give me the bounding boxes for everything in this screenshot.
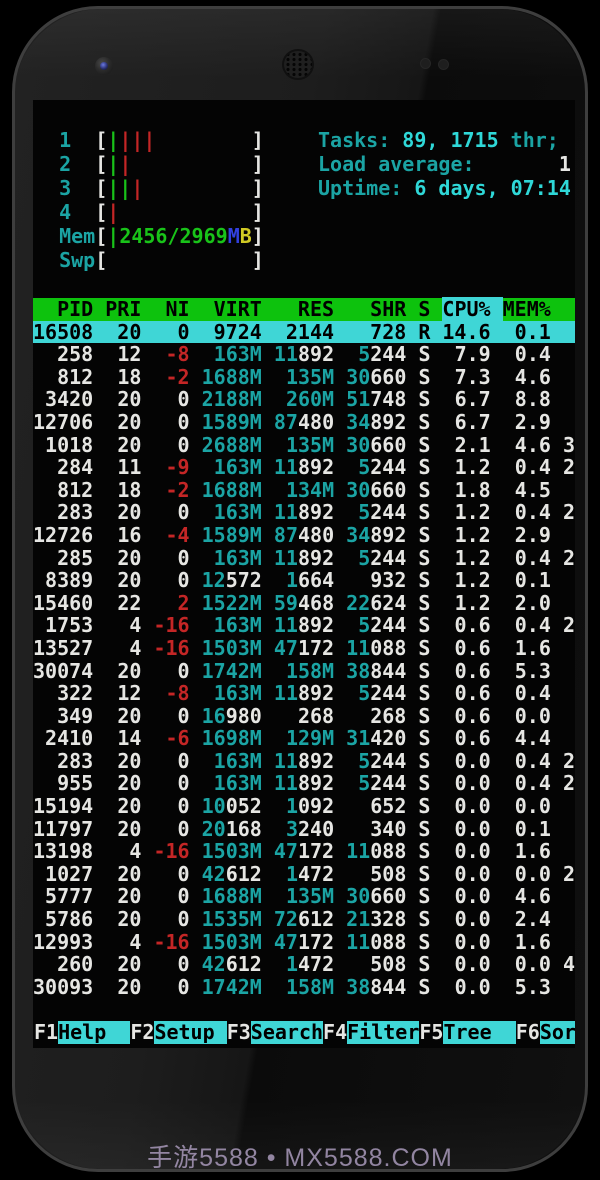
process-row[interactable]: 285 20 0 163M 11892 5244 S 1.2 0.4 2 <box>33 546 575 570</box>
process-row[interactable]: 812 18 -2 1688M 134M 30660 S 1.8 4.5 <box>33 478 575 502</box>
fkey-f6-sor[interactable]: F6Sor <box>516 1021 575 1044</box>
process-row[interactable]: 955 20 0 163M 11892 5244 S 0.0 0.4 2 <box>33 772 575 795</box>
loadavg-line: Load average: 1 <box>318 152 571 176</box>
uptime-line: Uptime: 6 days, 07:14 <box>318 176 571 200</box>
process-row[interactable]: 13527 4 -16 1503M 47172 11088 S 0.6 1.6 <box>33 637 575 660</box>
process-row[interactable]: 258 12 -8 163M 11892 5244 S 7.9 0.4 <box>33 343 575 366</box>
process-row[interactable]: 12706 20 0 1589M 87480 34892 S 6.7 2.9 <box>33 411 575 434</box>
process-row[interactable]: 283 20 0 163M 11892 5244 S 0.0 0.4 2 <box>33 750 575 773</box>
process-row[interactable]: 11797 20 0 20168 3240 340 S 0.0 0.1 <box>33 817 575 841</box>
meter-4: 4 [| ] <box>35 200 264 224</box>
process-row[interactable]: 13198 4 -16 1503M 47172 11088 S 0.0 1.6 <box>33 840 575 863</box>
process-row[interactable]: 260 20 0 42612 1472 508 S 0.0 0.0 4 <box>33 953 575 976</box>
meter-1: 1 [|||| ] <box>35 128 264 152</box>
camera-lens-icon <box>100 62 108 70</box>
process-row[interactable]: 8389 20 0 12572 1664 932 S 1.2 0.1 <box>33 569 575 592</box>
front-camera-icon <box>95 57 113 75</box>
process-row[interactable]: 812 18 -2 1688M 135M 30660 S 7.3 4.6 <box>33 365 575 389</box>
meter-3: 3 [||| ] <box>35 176 264 200</box>
process-row[interactable]: 283 20 0 163M 11892 5244 S 1.2 0.4 2 <box>33 501 575 524</box>
process-row[interactable]: 349 20 0 16980 268 268 S 0.6 0.0 <box>33 704 575 728</box>
meter-2: 2 [|| ] <box>35 152 264 176</box>
process-row[interactable]: 30093 20 0 1742M 158M 38844 S 0.0 5.3 <box>33 976 575 999</box>
cpu-memory-meters: 1 [|||| ] 2 [|| ] 3 [||| ] 4 [| ] Mem[|2… <box>35 128 264 272</box>
fkey-f5-tree[interactable]: F5Tree <box>419 1021 516 1044</box>
process-row[interactable]: 284 11 -9 163M 11892 5244 S 1.2 0.4 2 <box>33 456 575 479</box>
table-header-row[interactable]: PID PRI NI VIRT RES SHR S CPU% MEM% <box>33 297 575 321</box>
process-row[interactable]: 5786 20 0 1535M 72612 21328 S 0.0 2.4 <box>33 908 575 931</box>
process-row[interactable]: 2410 14 -6 1698M 129M 31420 S 0.6 4.4 <box>33 727 575 750</box>
process-row[interactable]: 15460 22 2 1522M 59468 22624 S 1.2 2.0 <box>33 591 575 615</box>
meter-mem: Mem[|2456/2969MB] <box>35 224 264 248</box>
process-row[interactable]: 3420 20 0 2188M 260M 51748 S 6.7 8.8 <box>33 388 575 411</box>
meter-swp: Swp[ ] <box>35 248 264 272</box>
proximity-sensor-icon <box>420 58 431 69</box>
process-row[interactable]: 30074 20 0 1742M 158M 38844 S 0.6 5.3 <box>33 659 575 683</box>
process-row[interactable]: 12726 16 -4 1589M 87480 34892 S 1.2 2.9 <box>33 524 575 547</box>
process-row[interactable]: 1018 20 0 2688M 135M 30660 S 2.1 4.6 3 <box>33 433 575 457</box>
sort-column-header: CPU% <box>442 297 503 321</box>
terminal-screen: 1 [|||| ] 2 [|| ] 3 [||| ] 4 [| ] Mem[|2… <box>33 100 575 1048</box>
process-row[interactable]: 12993 4 -16 1503M 47172 11088 S 0.0 1.6 <box>33 930 575 954</box>
process-row[interactable]: 1753 4 -16 163M 11892 5244 S 0.6 0.4 2 <box>33 614 575 637</box>
process-row-selected[interactable]: 16508 20 0 9724 2144 728 R 14.6 0.1 <box>33 320 575 344</box>
fkey-f1-help[interactable]: F1Help <box>34 1021 131 1044</box>
process-table: PID PRI NI VIRT RES SHR S CPU% MEM% 1650… <box>33 297 575 999</box>
fkey-f2-setup[interactable]: F2Setup <box>130 1021 227 1044</box>
fkey-f4-filter[interactable]: F4Filter <box>323 1021 420 1044</box>
system-info-column: Tasks: 89, 1715 thr; Load average: 1 Uptim… <box>318 128 571 200</box>
process-row[interactable]: 1027 20 0 42612 1472 508 S 0.0 0.0 2 <box>33 863 575 886</box>
fkey-f3-search[interactable]: F3Search <box>227 1021 324 1044</box>
process-row[interactable]: 5777 20 0 1688M 135M 30660 S 0.0 4.6 <box>33 885 575 908</box>
function-key-bar: F1Help F2Setup F3SearchF4FilterF5Tree F6… <box>34 1021 575 1045</box>
light-sensor-icon <box>438 59 449 70</box>
earpiece-speaker-grille-icon <box>282 49 314 80</box>
tasks-line: Tasks: 89, 1715 thr; <box>318 128 559 152</box>
process-row[interactable]: 15194 20 0 10052 1092 652 S 0.0 0.0 <box>33 795 575 818</box>
watermark-text: 手游5588 • MX5588.COM <box>147 1144 453 1172</box>
process-row[interactable]: 322 12 -8 163M 11892 5244 S 0.6 0.4 <box>33 682 575 705</box>
